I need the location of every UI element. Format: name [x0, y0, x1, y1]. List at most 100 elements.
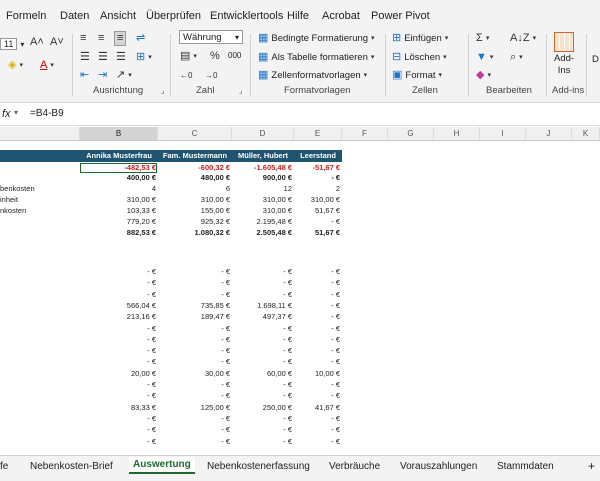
table-cell[interactable]: 310,00 € [158, 195, 230, 205]
table-cell[interactable]: - € [80, 414, 156, 424]
table-cell[interactable]: - € [158, 324, 230, 334]
table-cell[interactable]: - € [158, 437, 230, 447]
table-cell[interactable]: - € [80, 357, 156, 367]
header-cell[interactable]: Fam. Mustermann [158, 150, 232, 162]
table-cell[interactable]: - € [232, 278, 292, 288]
table-cell[interactable]: - € [294, 290, 340, 300]
column-header-k[interactable]: K [572, 127, 600, 141]
table-cell[interactable]: 925,32 € [158, 217, 230, 227]
column-header-f[interactable]: F [342, 127, 388, 141]
table-cell[interactable]: - € [158, 380, 230, 390]
table-cell[interactable]: - € [158, 425, 230, 435]
table-cell[interactable]: 6 [158, 184, 230, 194]
table-cell[interactable]: 735,85 € [158, 301, 230, 311]
table-cell[interactable]: - € [294, 335, 340, 345]
format-button[interactable]: ▣ Format ▾ [392, 70, 442, 82]
sort-filter-button[interactable]: A↓Z ▾ [510, 33, 536, 44]
fill-button[interactable]: ▼ ▾ [476, 52, 493, 63]
align-left-button[interactable]: ☰ [80, 52, 90, 63]
table-cell[interactable]: - € [294, 425, 340, 435]
table-cell[interactable]: - € [80, 290, 156, 300]
table-cell[interactable]: - € [80, 437, 156, 447]
row-label[interactable]: inheit [0, 195, 78, 205]
table-cell[interactable]: 480,00 € [158, 173, 230, 183]
dialog-launcher-icon[interactable]: ⌟ [161, 86, 164, 97]
table-cell[interactable]: 2.505,48 € [232, 228, 292, 238]
table-cell[interactable]: - € [294, 346, 340, 356]
menu-hilfe[interactable]: Hilfe [287, 10, 309, 22]
table-cell[interactable]: 1.080,32 € [158, 228, 230, 238]
table-cell[interactable]: 779,20 € [80, 217, 156, 227]
table-cell[interactable]: 2 [294, 184, 340, 194]
thousands-button[interactable]: 000 [228, 51, 241, 60]
table-cell[interactable]: - € [232, 391, 292, 401]
accounting-format-button[interactable]: ▤ ▾ [180, 51, 197, 62]
table-cell[interactable]: 155,00 € [158, 206, 230, 216]
table-cell[interactable]: 103,33 € [80, 206, 156, 216]
table-cell[interactable]: 4 [80, 184, 156, 194]
decrease-decimal-button[interactable]: →0 [205, 70, 217, 81]
autosum-button[interactable]: Σ ▾ [476, 33, 489, 44]
table-cell[interactable]: 20,00 € [80, 369, 156, 379]
chevron-down-icon[interactable]: ▾ [14, 108, 18, 117]
table-cell[interactable]: - € [80, 425, 156, 435]
fx-icon[interactable]: fx [2, 108, 11, 120]
table-cell[interactable]: - € [294, 217, 340, 227]
wrap-text-button[interactable]: ⇌ [136, 33, 145, 44]
find-select-button[interactable]: ⌕ ▾ [510, 52, 523, 63]
menu-daten[interactable]: Daten [60, 10, 89, 22]
sheet-tab[interactable]: Vorauszahlungen [400, 461, 477, 472]
sheet-tab[interactable]: fe [0, 461, 8, 472]
table-cell[interactable]: - € [158, 391, 230, 401]
cut-off-button[interactable]: D [592, 54, 599, 65]
table-cell[interactable]: 310,00 € [232, 195, 292, 205]
sheet-tab[interactable]: Nebenkosten-Brief [30, 461, 113, 472]
header-cell[interactable]: Müller, Hubert [232, 150, 294, 162]
table-cell[interactable]: - € [158, 346, 230, 356]
table-cell[interactable]: - € [158, 414, 230, 424]
table-cell[interactable]: - € [80, 278, 156, 288]
align-right-button[interactable]: ☰ [116, 52, 126, 63]
table-cell[interactable]: - € [232, 346, 292, 356]
insert-button[interactable]: ⊞ Einfügen ▾ [392, 33, 448, 45]
table-cell[interactable]: 189,47 € [158, 312, 230, 322]
table-cell[interactable]: - € [294, 267, 340, 277]
fill-color-button[interactable]: ◈ ▾ [8, 60, 23, 71]
column-header-c[interactable]: C [158, 127, 232, 141]
shrink-font-button[interactable]: A˅ [50, 37, 64, 48]
table-cell[interactable]: 310,00 € [232, 206, 292, 216]
table-cell[interactable]: - € [294, 414, 340, 424]
table-cell[interactable]: - € [294, 357, 340, 367]
percent-button[interactable]: % [210, 51, 220, 62]
column-header-b[interactable]: B [80, 127, 158, 141]
menu-acrobat[interactable]: Acrobat [322, 10, 360, 22]
table-cell[interactable]: - € [232, 380, 292, 390]
table-cell[interactable]: 12 [232, 184, 292, 194]
sheet-tab[interactable]: Stammdaten [497, 461, 554, 472]
table-cell[interactable]: 250,00 € [232, 403, 292, 413]
conditional-formatting-button[interactable]: ▦ Bedingte Formatierung ▾ [258, 33, 375, 45]
table-cell[interactable]: - € [80, 335, 156, 345]
column-header-a[interactable] [0, 127, 80, 141]
table-cell[interactable]: 10,00 € [294, 369, 340, 379]
align-middle-button[interactable]: ≡ [98, 33, 104, 44]
table-cell[interactable]: - € [80, 324, 156, 334]
table-cell[interactable]: 51,67 € [294, 206, 340, 216]
table-cell[interactable]: - € [294, 301, 340, 311]
menu-formeln[interactable]: Formeln [6, 10, 46, 22]
table-cell[interactable]: - € [158, 335, 230, 345]
table-cell[interactable]: 125,00 € [158, 403, 230, 413]
align-center-button[interactable]: ☰ [98, 52, 108, 63]
sheet-tab-active[interactable]: Auswertung [129, 457, 195, 474]
table-cell[interactable]: 566,04 € [80, 301, 156, 311]
table-cell[interactable]: 900,00 € [232, 173, 292, 183]
orientation-button[interactable]: ↗ ▾ [116, 70, 132, 81]
table-cell[interactable]: 83,33 € [80, 403, 156, 413]
table-cell[interactable]: - € [80, 267, 156, 277]
table-cell[interactable]: 60,00 € [232, 369, 292, 379]
table-cell[interactable]: 310,00 € [294, 195, 340, 205]
table-cell[interactable]: - € [158, 290, 230, 300]
column-header-d[interactable]: D [232, 127, 294, 141]
table-cell[interactable]: -600,32 € [158, 163, 230, 173]
decrease-indent-button[interactable]: ⇤ [80, 70, 89, 81]
